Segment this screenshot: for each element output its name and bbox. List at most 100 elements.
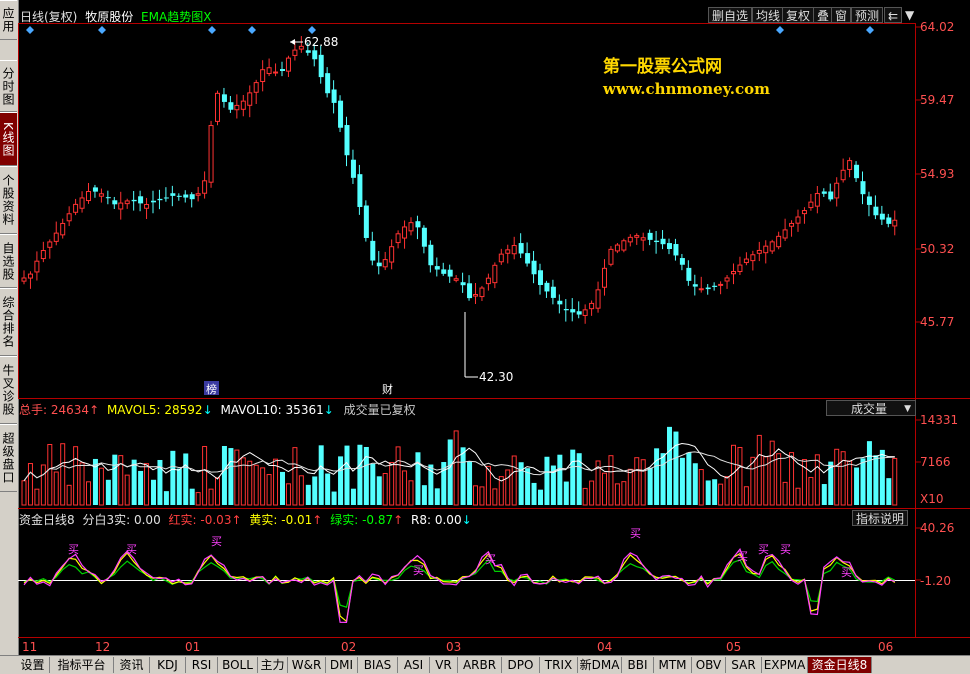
adjust-price-button[interactable]: 复权 [782, 7, 815, 23]
moving-average-button[interactable]: 均线 [752, 7, 785, 23]
candle-body [363, 205, 369, 238]
candle-body [498, 253, 504, 263]
bottom-tab-0[interactable]: 设置 [16, 657, 50, 673]
bottom-tab-20[interactable]: EXPMA [762, 657, 808, 673]
arrow-left-icon[interactable]: ⇇ [884, 7, 903, 23]
chart-header: 日线(复权) 牧原股份 EMA趋势图X [20, 8, 211, 25]
price-tick-label: 64.02 [920, 20, 954, 34]
sidebar-tab-apps[interactable]: 应用 [0, 0, 17, 40]
bottom-tab-10[interactable]: ASI [398, 657, 430, 673]
volume-bar [756, 434, 762, 506]
bottom-tab-3[interactable]: KDJ [150, 657, 186, 673]
period-label[interactable]: 日线(复权) [20, 10, 77, 24]
volume-bar [518, 462, 524, 505]
candle-body [737, 264, 743, 273]
watermark-title: 第一股票公式网 [603, 57, 722, 77]
volume-bar [557, 454, 563, 505]
candle-body [763, 245, 769, 254]
bottom-tab-9[interactable]: BIAS [358, 657, 398, 673]
candle-body [660, 238, 666, 245]
candle-body [402, 226, 408, 239]
volume-selector[interactable]: 成交量 ▼ [826, 400, 916, 416]
candle-body [866, 196, 872, 205]
event-marker-2[interactable]: 财 [382, 382, 393, 396]
overlay-button[interactable]: 叠 [813, 7, 834, 23]
volume-bar [460, 447, 466, 505]
mavol5-label: MAVOL5: [106, 403, 161, 417]
volume-bar [860, 458, 866, 505]
window-button[interactable]: 窗 [831, 7, 852, 23]
mavol5-value: 28592 [164, 403, 203, 417]
up-arrow-icon: ↑ [393, 513, 404, 527]
candle-body [595, 289, 601, 309]
mavol10-value: 35361 [285, 403, 324, 417]
volume-bar [840, 451, 846, 506]
candle-body [743, 258, 749, 264]
indicator-name[interactable]: EMA趋势图X [141, 10, 211, 24]
sidebar-tab-level2[interactable]: 超级盘口 [0, 424, 17, 492]
volume-bar [260, 467, 266, 506]
bottom-tab-13[interactable]: DPO [502, 657, 540, 673]
candle-body [776, 235, 782, 248]
bottom-tab-5[interactable]: BOLL [218, 657, 258, 673]
volume-bar [776, 453, 782, 506]
volume-tick-label: 7166 [920, 455, 951, 469]
bottom-tab-19[interactable]: SAR [726, 657, 762, 673]
s3-value: -0.01 [281, 513, 313, 527]
volume-bar [73, 446, 79, 506]
volume-bar [886, 478, 892, 505]
sidebar-tab-kline[interactable]: K线图 [0, 112, 17, 166]
candle-body [879, 213, 885, 220]
magenta-series-line [23, 548, 896, 624]
bottom-tab-16[interactable]: BBI [622, 657, 654, 673]
volume-bar [163, 491, 169, 505]
bottom-tab-18[interactable]: OBV [692, 657, 726, 673]
bottom-tab-7[interactable]: W&R [288, 657, 326, 673]
bottom-tab-21[interactable]: 资金日线8 [808, 657, 872, 673]
volume-bar [795, 487, 801, 506]
sidebar-tab-stock-info[interactable]: 个股资料 [0, 166, 17, 234]
volume-bar [608, 455, 614, 506]
volume-bar [363, 446, 369, 505]
low-annotation: 42.30 [464, 312, 513, 384]
sidebar-tab-watchlist[interactable]: 自选股 [0, 234, 17, 288]
candle-body [183, 194, 189, 198]
bottom-tab-11[interactable]: VR [430, 657, 458, 673]
candle-body [679, 258, 685, 265]
low-price-label: 42.30 [479, 370, 513, 384]
chevron-down-icon[interactable]: ▼ [902, 7, 917, 23]
bottom-tab-8[interactable]: DMI [326, 657, 358, 673]
sidebar-tab-intraday[interactable]: 分时图 [0, 60, 17, 112]
remove-watchlist-button[interactable]: 删自选 [708, 7, 753, 23]
indicator-title[interactable]: 资金日线8 [19, 513, 75, 527]
chart-area[interactable]: 64.02 59.47 54.93 50.32 45.77 62.88 42.3… [18, 0, 970, 655]
candle-body [325, 73, 331, 94]
bottom-tab-1[interactable]: 指标平台 [50, 657, 114, 673]
event-marker-1[interactable]: 榜 [206, 382, 217, 396]
volume-bar [511, 455, 517, 506]
candle-body [602, 267, 607, 288]
volume-bar [138, 470, 144, 505]
candle-body [821, 191, 827, 194]
chart-canvas[interactable]: 64.02 59.47 54.93 50.32 45.77 62.88 42.3… [18, 0, 970, 655]
sidebar-tab-ranking[interactable]: 综合排名 [0, 288, 17, 356]
indicator-help-button[interactable]: 指标说明 [852, 510, 909, 526]
sidebar-tab-diagnosis[interactable]: 牛叉诊股 [0, 356, 17, 424]
bottom-tab-12[interactable]: ARBR [458, 657, 502, 673]
volume-bar [34, 488, 40, 506]
price-tick-label: 54.93 [920, 167, 954, 181]
bottom-tab-15[interactable]: 新DMA [578, 657, 622, 673]
s1-value: 0.00 [133, 513, 161, 527]
bottom-tab-6[interactable]: 主力 [258, 657, 288, 673]
candle-body [589, 302, 595, 310]
candle-body [344, 125, 350, 156]
candle-body [131, 199, 137, 202]
bottom-tab-17[interactable]: MTM [654, 657, 692, 673]
forecast-button[interactable]: 预测 [851, 7, 884, 23]
candle-body [195, 193, 201, 196]
bottom-tab-14[interactable]: TRIX [540, 657, 578, 673]
volume-bar [582, 487, 588, 506]
candle-body [124, 200, 130, 205]
bottom-tab-2[interactable]: 资讯 [114, 657, 150, 673]
bottom-tab-4[interactable]: RSI [186, 657, 218, 673]
